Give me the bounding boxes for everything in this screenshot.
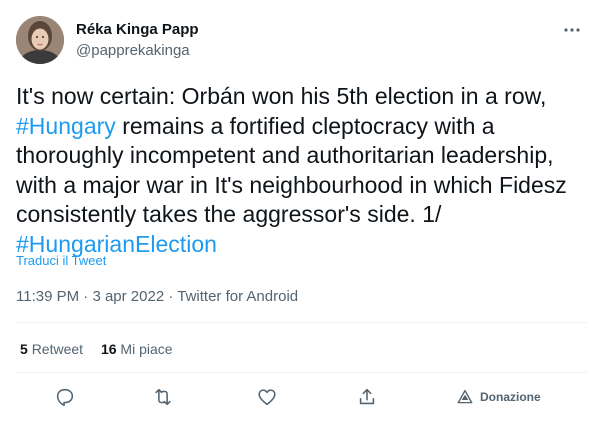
- avatar[interactable]: [16, 16, 64, 64]
- divider: [16, 322, 587, 323]
- share-button[interactable]: [356, 385, 378, 409]
- reply-button[interactable]: [54, 385, 76, 409]
- retweet-button[interactable]: [152, 385, 174, 409]
- author-handle[interactable]: @papprekakinga: [76, 41, 199, 61]
- tweet-text-segment: remains a fortified cleptocracy with a: [115, 112, 495, 139]
- tweet-text-segment: consistently takes the aggressor's side.…: [16, 201, 442, 227]
- retweets-label: Retweet: [31, 341, 84, 357]
- tweet-text-line: thoroughly incompetent and authoritarian…: [16, 141, 591, 171]
- like-button[interactable]: [256, 385, 278, 409]
- meta-separator: ·: [79, 288, 93, 305]
- likes-count: 16: [100, 341, 117, 357]
- divider: [16, 372, 587, 373]
- tweet-text-segment: with a major war in It's neighbourhood i…: [16, 171, 567, 198]
- retweets-count: 5: [20, 341, 28, 357]
- hashtag-link[interactable]: #Hungary: [16, 113, 116, 139]
- share-icon: [359, 388, 375, 405]
- translate-tweet-link[interactable]: Traduci il Tweet: [16, 253, 106, 268]
- tweet-text: It's now certain: Orbán won his 5th elec…: [16, 82, 591, 259]
- heart-icon: [258, 389, 276, 406]
- reply-icon: [56, 388, 74, 407]
- donate-icon: [457, 389, 473, 404]
- author-info: Réka Kinga Papp @papprekakinga: [76, 20, 199, 61]
- tweet-text-line: consistently takes the aggressor's side.…: [16, 200, 591, 230]
- likes-stat[interactable]: 16 Mi piace: [101, 340, 173, 358]
- author-display-name[interactable]: Réka Kinga Papp: [76, 20, 199, 40]
- tweet-text-line: #Hungary remains a fortified cleptocracy…: [16, 112, 591, 142]
- retweets-stat[interactable]: 5 Retweet: [20, 340, 83, 358]
- tweet-text-line: It's now certain: Orbán won his 5th elec…: [16, 82, 591, 112]
- avatar-image: [16, 16, 64, 64]
- donate-button[interactable]: Donazione: [456, 385, 541, 409]
- retweet-icon: [155, 388, 171, 406]
- tweet-meta: 11:39 PM · 3 apr 2022 · Twitter for Andr…: [16, 287, 298, 307]
- tweet-text-segment: thoroughly incompetent and authoritarian…: [16, 142, 554, 168]
- more-dots-icon: [564, 28, 580, 32]
- tweet-text-segment: It's now certain: Orbán won his 5th elec…: [16, 83, 547, 109]
- tweet-text-line: with a major war in It's neighbourhood i…: [16, 171, 591, 201]
- more-options-button[interactable]: [560, 20, 584, 40]
- tweet-time[interactable]: 11:39 PM: [16, 288, 79, 305]
- likes-label: Mi piace: [120, 341, 173, 357]
- tweet-stats: 5 Retweet 16 Mi piace: [20, 340, 187, 358]
- donate-label: Donazione: [480, 390, 541, 404]
- tweet-card: Réka Kinga Papp @papprekakinga It's now …: [0, 0, 603, 438]
- meta-separator: ·: [164, 288, 178, 305]
- tweet-date[interactable]: 3 apr 2022: [92, 288, 164, 305]
- tweet-source: Twitter for Android: [177, 288, 299, 305]
